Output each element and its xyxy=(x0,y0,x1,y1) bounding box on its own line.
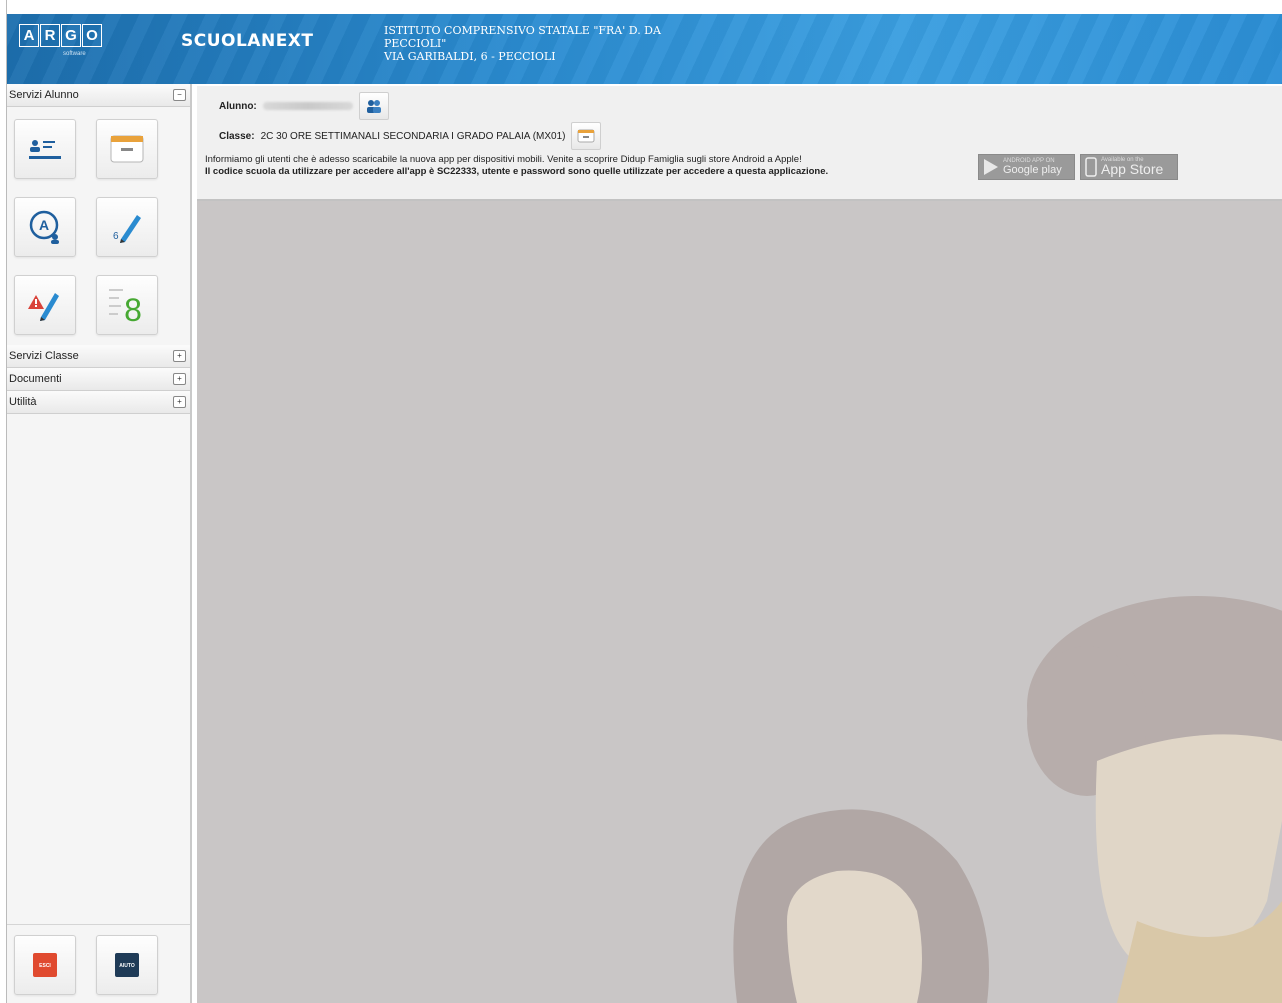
note-disciplinari-button[interactable] xyxy=(14,275,76,335)
section-label: Documenti xyxy=(9,373,62,385)
section-documenti[interactable]: Documenti + xyxy=(7,368,190,391)
anagrafe-button[interactable] xyxy=(14,119,76,179)
select-student-button[interactable] xyxy=(358,92,389,120)
class-card-icon xyxy=(577,129,595,143)
voti-giornalieri-button[interactable]: 6 xyxy=(96,197,158,257)
app-notice: Informiamo gli utenti che è adesso scari… xyxy=(205,154,828,178)
assenze-button[interactable]: A xyxy=(14,197,76,257)
app-store-text: Available on the App Store xyxy=(1101,157,1164,177)
logo-letter: O xyxy=(82,24,102,47)
note-disciplinari-icon xyxy=(28,293,59,321)
section-servizi-alunno[interactable]: Servizi Alunno − xyxy=(7,84,190,107)
svg-text:6: 6 xyxy=(113,231,119,242)
family-illustration xyxy=(733,596,1282,1003)
bottom-actions: ESCI AIUTO xyxy=(14,935,158,995)
alunno-row: Alunno: xyxy=(219,92,389,120)
help-label: AIUTO xyxy=(119,963,135,969)
app-brand: SCUOLANEXT xyxy=(181,31,314,51)
school-name-line2: PECCIOLI" xyxy=(384,37,447,50)
school-address: VIA GARIBALDI, 6 - PECCIOLI xyxy=(384,50,556,63)
divider xyxy=(7,924,190,925)
expand-icon[interactable]: + xyxy=(173,373,186,385)
section-utilita[interactable]: Utilità + xyxy=(7,391,190,414)
classe-value: 2C 30 ORE SETTIMANALI SECONDARIA I GRADO… xyxy=(260,130,566,142)
google-play-text: ANDROID APP ON Google play xyxy=(1003,158,1062,176)
help-icon: AIUTO xyxy=(115,953,139,977)
collapse-icon[interactable]: − xyxy=(173,89,186,101)
exit-button[interactable]: ESCI xyxy=(14,935,76,995)
app-store-badge[interactable]: Available on the App Store xyxy=(1080,154,1178,180)
tasse-button[interactable] xyxy=(96,119,158,179)
alunno-label: Alunno: xyxy=(219,100,257,112)
classe-row: Classe: 2C 30 ORE SETTIMANALI SECONDARIA… xyxy=(219,122,602,150)
section-servizi-classe[interactable]: Servizi Classe + xyxy=(7,345,190,368)
select-class-button[interactable] xyxy=(571,122,602,150)
notice-line1: Informiamo gli utenti che è adesso scari… xyxy=(205,154,802,165)
phone-icon xyxy=(1085,157,1097,177)
school-info: ISTITUTO COMPRENSIVO STATALE "FRA' D. DA… xyxy=(384,24,661,63)
app-header: A R G O software SCUOLANEXT ISTITUTO COM… xyxy=(7,14,1282,84)
expand-icon[interactable]: + xyxy=(173,350,186,362)
servizi-alunno-tiles: A 6 8 xyxy=(7,107,190,345)
student-info-panel: Alunno: Classe: 2C 30 ORE SETTIMANALI SE… xyxy=(197,86,1282,201)
exit-icon: ESCI xyxy=(33,953,57,977)
anagrafe-icon xyxy=(29,140,61,159)
users-icon xyxy=(366,100,381,113)
assenze-icon: A xyxy=(29,210,59,244)
section-label: Servizi Alunno xyxy=(9,89,79,101)
google-play-icon xyxy=(984,159,998,175)
tasse-icon xyxy=(110,135,144,163)
voti-scrutinio-icon: 8 xyxy=(109,289,142,325)
logo-subtitle: software xyxy=(63,51,86,57)
logo-letter: R xyxy=(40,24,60,47)
expand-icon[interactable]: + xyxy=(173,396,186,408)
sidebar: Servizi Alunno − A 6 8 Servizi Classe + … xyxy=(7,84,192,1003)
notice-line2: Il codice scuola da utilizzare per acced… xyxy=(205,166,829,177)
exit-label: ESCI xyxy=(39,963,51,969)
voti-giornalieri-icon: 6 xyxy=(113,215,141,243)
classe-label: Classe: xyxy=(219,130,255,142)
main-content xyxy=(197,201,1282,1003)
voti-scrutinio-button[interactable]: 8 xyxy=(96,275,158,335)
google-play-badge[interactable]: ANDROID APP ON Google play xyxy=(978,154,1075,180)
argo-logo[interactable]: A R G O xyxy=(19,24,102,47)
alunno-name-redacted xyxy=(262,102,353,110)
section-label: Utilità xyxy=(9,396,37,408)
logo-letter: G xyxy=(61,24,81,47)
voti-value: 8 xyxy=(124,292,142,325)
logo-letter: A xyxy=(19,24,39,47)
help-button[interactable]: AIUTO xyxy=(96,935,158,995)
school-name-line1: ISTITUTO COMPRENSIVO STATALE "FRA' D. DA xyxy=(384,24,661,37)
section-label: Servizi Classe xyxy=(9,350,79,362)
svg-text:A: A xyxy=(39,217,49,233)
